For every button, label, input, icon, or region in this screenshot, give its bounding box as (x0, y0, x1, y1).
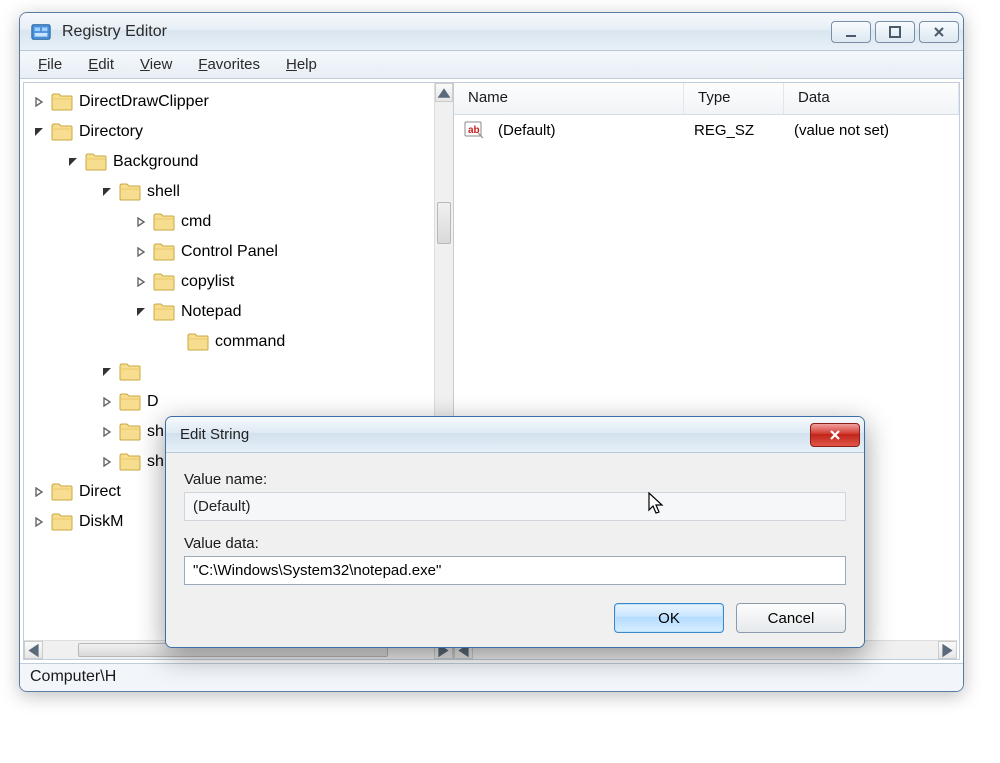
folder-icon (119, 453, 141, 471)
tree-item[interactable]: Directory (24, 117, 453, 147)
tree-item[interactable]: D (24, 387, 453, 417)
folder-icon (119, 423, 141, 441)
value-data-input[interactable] (184, 556, 846, 585)
expander-closed-icon[interactable] (32, 95, 46, 109)
cell-type: REG_SZ (680, 122, 780, 139)
folder-icon (51, 513, 73, 531)
folder-icon (119, 393, 141, 411)
tree-item-label: command (215, 333, 285, 351)
tree-item-label: Directory (79, 123, 143, 141)
expander-none (168, 335, 182, 349)
folder-icon (119, 183, 141, 201)
expander-closed-icon[interactable] (100, 425, 114, 439)
scroll-thumb[interactable] (437, 202, 451, 244)
expander-closed-icon[interactable] (134, 245, 148, 259)
tree-item[interactable]: Background (24, 147, 453, 177)
cell-data: (value not set) (780, 122, 903, 139)
expander-closed-icon[interactable] (134, 275, 148, 289)
tree-item-label: Control Panel (181, 243, 278, 261)
col-name[interactable]: Name (454, 83, 684, 114)
tree-item-label: DirectDrawClipper (79, 93, 209, 111)
expander-closed-icon[interactable] (32, 485, 46, 499)
expander-open-icon[interactable] (100, 185, 114, 199)
dialog-body: Value name: (Default) Value data: OK Can… (166, 453, 864, 647)
tree-item[interactable]: Control Panel (24, 237, 453, 267)
expander-open-icon[interactable] (134, 305, 148, 319)
tree-item-label: Background (113, 153, 198, 171)
scroll-right-button[interactable] (938, 641, 957, 659)
expander-closed-icon[interactable] (100, 455, 114, 469)
expander-open-icon[interactable] (32, 125, 46, 139)
expander-open-icon[interactable] (66, 155, 80, 169)
col-data[interactable]: Data (784, 83, 959, 114)
menu-favorites[interactable]: Favorites (186, 53, 272, 76)
expander-closed-icon[interactable] (100, 395, 114, 409)
menubar: File Edit View Favorites Help (20, 51, 963, 79)
status-path: Computer\H (30, 668, 116, 685)
menu-help[interactable]: Help (274, 53, 329, 76)
tree-item-label: D (147, 393, 159, 411)
menu-file[interactable]: File (26, 53, 74, 76)
close-button[interactable] (919, 21, 959, 43)
value-name-label: Value name: (184, 471, 846, 488)
tree-item[interactable]: Notepad (24, 297, 453, 327)
value-name-field: (Default) (184, 492, 846, 521)
value-data-label: Value data: (184, 535, 846, 552)
tree-item-label: shell (147, 183, 180, 201)
titlebar[interactable]: Registry Editor (20, 13, 963, 51)
dialog-title: Edit String (180, 426, 810, 443)
folder-icon (51, 123, 73, 141)
scroll-up-button[interactable] (435, 83, 453, 102)
folder-icon (153, 213, 175, 231)
folder-icon (187, 333, 209, 351)
tree-item-label: cmd (181, 213, 211, 231)
folder-icon (153, 273, 175, 291)
list-header: Name Type Data (454, 83, 959, 115)
col-type[interactable]: Type (684, 83, 784, 114)
expander-closed-icon[interactable] (32, 515, 46, 529)
cell-name: (Default) (484, 122, 680, 139)
regedit-icon (30, 21, 52, 43)
window-title: Registry Editor (62, 23, 831, 41)
cancel-button[interactable]: Cancel (736, 603, 846, 633)
ok-button[interactable]: OK (614, 603, 724, 633)
menu-edit[interactable]: Edit (76, 53, 126, 76)
scroll-left-button[interactable] (24, 641, 43, 659)
folder-icon (51, 483, 73, 501)
tree-item-label: sh (147, 423, 164, 441)
maximize-button[interactable] (875, 21, 915, 43)
folder-icon (153, 243, 175, 261)
minimize-button[interactable] (831, 21, 871, 43)
dialog-close-button[interactable] (810, 423, 860, 447)
tree-item[interactable]: shell (24, 177, 453, 207)
tree-item[interactable]: DirectDrawClipper (24, 87, 453, 117)
dialog-titlebar[interactable]: Edit String (166, 417, 864, 453)
tree-item-label: Direct (79, 483, 121, 501)
reg-sz-icon: ab (464, 121, 484, 139)
expander-open-icon[interactable] (100, 365, 114, 379)
tree-item[interactable]: copylist (24, 267, 453, 297)
tree-item-label: copylist (181, 273, 234, 291)
tree-item[interactable] (24, 357, 453, 387)
list-row[interactable]: ab (Default) REG_SZ (value not set) (454, 115, 959, 145)
expander-closed-icon[interactable] (134, 215, 148, 229)
folder-icon (119, 363, 141, 381)
tree-item-label: sh (147, 453, 164, 471)
tree-item-label: Notepad (181, 303, 242, 321)
edit-string-dialog: Edit String Value name: (Default) Value … (165, 416, 865, 648)
tree-item[interactable]: cmd (24, 207, 453, 237)
dialog-buttons: OK Cancel (184, 603, 846, 633)
statusbar: Computer\H (20, 663, 963, 691)
tree-item-label: DiskM (79, 513, 123, 531)
menu-view[interactable]: View (128, 53, 184, 76)
folder-icon (51, 93, 73, 111)
folder-icon (153, 303, 175, 321)
tree-item[interactable]: command (24, 327, 453, 357)
window-controls (831, 21, 959, 43)
folder-icon (85, 153, 107, 171)
svg-text:ab: ab (468, 125, 480, 136)
